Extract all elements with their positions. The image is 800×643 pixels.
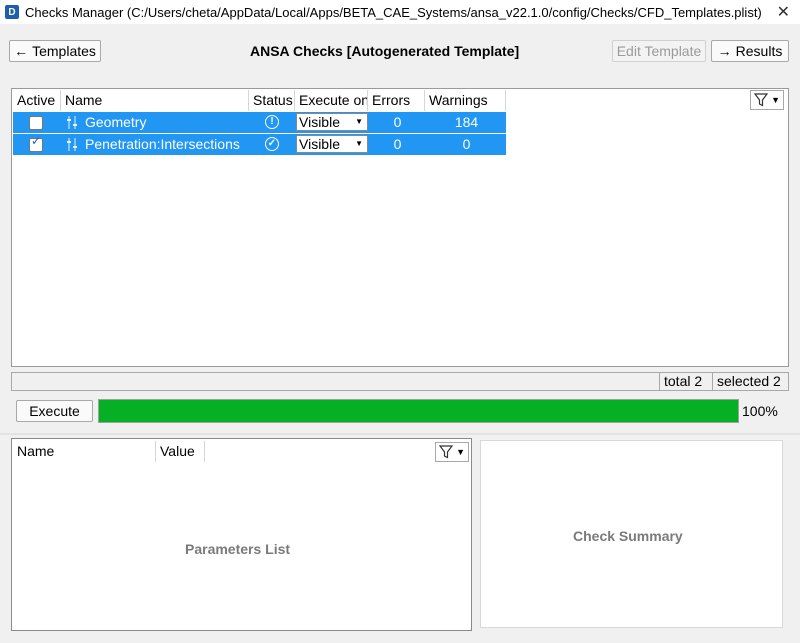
errors-value: 0 [393, 136, 402, 152]
progress-bar-fill [99, 400, 738, 422]
templates-button-label: Templates [32, 43, 96, 59]
chevron-down-icon: ▼ [456, 447, 465, 457]
results-button-label: Results [735, 43, 783, 59]
total-count: total 2 [659, 373, 706, 390]
check-name: Penetration:Intersections [85, 136, 240, 152]
table-statusbar: total 2 selected 2 [11, 372, 789, 391]
check-summary-panel: Check Summary [480, 440, 783, 628]
check-circle-icon: ✓ [265, 137, 279, 151]
table-row[interactable]: Geometry ! Visible ▼ 0 184 [13, 112, 506, 133]
warning-icon: ! [265, 115, 279, 129]
active-checkbox[interactable] [29, 134, 43, 152]
column-header-warnings[interactable]: Warnings [425, 90, 506, 111]
chevron-down-icon: ▼ [355, 117, 363, 126]
arrow-left-icon: ← [14, 43, 29, 59]
chevron-down-icon: ▼ [771, 95, 780, 105]
parameters-placeholder: Parameters List [185, 541, 291, 557]
column-header-status[interactable]: Status [249, 90, 295, 111]
execute-on-select[interactable]: Visible ▼ [296, 113, 368, 131]
column-header-active[interactable]: Active [13, 90, 61, 111]
arrow-right-icon: → [717, 43, 732, 59]
selected-count: selected 2 [712, 373, 785, 390]
errors-value: 0 [393, 114, 402, 130]
checks-table: Active Name Status Execute on Errors War… [11, 88, 789, 367]
progress-percent: 100% [742, 403, 778, 419]
templates-button[interactable]: ← Templates [9, 40, 101, 62]
active-checkbox[interactable] [29, 116, 43, 130]
check-name: Geometry [85, 114, 147, 130]
warnings-value: 0 [462, 136, 471, 152]
chevron-down-icon: ▼ [355, 139, 363, 148]
results-button[interactable]: → Results [711, 40, 789, 62]
execute-button[interactable]: Execute [16, 400, 93, 422]
table-row[interactable]: Penetration:Intersections ✓ Visible ▼ 0 … [13, 134, 506, 155]
edit-template-button[interactable]: Edit Template [612, 40, 706, 62]
column-header-name[interactable]: Name [61, 90, 249, 111]
filter-icon [754, 93, 768, 107]
app-icon: D [5, 5, 19, 19]
window-titlebar: D Checks Manager (C:/Users/cheta/AppData… [0, 0, 800, 24]
execute-on-select[interactable]: Visible ▼ [296, 135, 368, 153]
filter-icon [439, 445, 453, 459]
execute-on-value: Visible [299, 114, 340, 130]
column-header-execute-on[interactable]: Execute on [295, 90, 368, 111]
column-header-errors[interactable]: Errors [368, 90, 425, 111]
close-icon[interactable]: ✕ [777, 2, 790, 22]
summary-placeholder: Check Summary [573, 528, 683, 544]
window-title: Checks Manager (C:/Users/cheta/AppData/L… [25, 4, 762, 20]
table-filter-button[interactable]: ▼ [750, 90, 784, 110]
panel-separator [0, 433, 800, 435]
warnings-value: 184 [454, 114, 479, 130]
parameters-filter-button[interactable]: ▼ [435, 442, 469, 462]
parameters-list: Name Value ▼ Parameters List [11, 438, 472, 631]
check-type-icon [67, 138, 77, 151]
check-type-icon [67, 116, 77, 129]
progress-bar [98, 399, 739, 423]
column-header-param-value[interactable]: Value [156, 441, 205, 462]
page-title: ANSA Checks [Autogenerated Template] [250, 43, 520, 59]
execute-on-value: Visible [299, 136, 340, 152]
column-header-param-name[interactable]: Name [13, 441, 156, 462]
